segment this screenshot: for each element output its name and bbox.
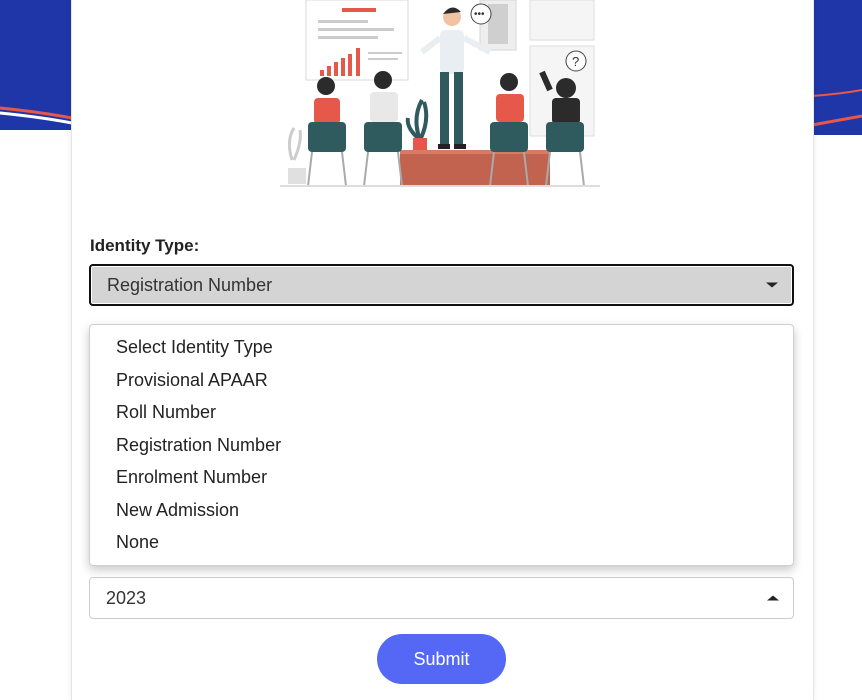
identity-type-dropdown: Select Identity Type Provisional APAAR R… bbox=[89, 324, 794, 566]
year-select[interactable]: 2023 bbox=[89, 577, 794, 619]
svg-text:•••: ••• bbox=[474, 9, 485, 20]
dropdown-option-registration-number[interactable]: Registration Number bbox=[90, 429, 793, 462]
caret-down-icon bbox=[766, 282, 778, 288]
submit-button[interactable]: Submit bbox=[377, 634, 506, 684]
dropdown-option-provisional-apaar[interactable]: Provisional APAAR bbox=[90, 364, 793, 397]
identity-type-label: Identity Type: bbox=[90, 236, 200, 255]
dropdown-option-none[interactable]: None bbox=[90, 526, 793, 559]
year-selected-value: 2023 bbox=[106, 587, 147, 608]
caret-up-icon bbox=[767, 595, 779, 601]
presentation-illustration: ? ••• bbox=[280, 0, 600, 187]
dropdown-option-roll-number[interactable]: Roll Number bbox=[90, 396, 793, 429]
dropdown-option-enrolment-number[interactable]: Enrolment Number bbox=[90, 461, 793, 494]
dropdown-option-select-identity-type[interactable]: Select Identity Type bbox=[90, 331, 793, 364]
identity-type-selected-value: Registration Number bbox=[107, 274, 273, 295]
identity-type-select[interactable]: Registration Number bbox=[89, 264, 794, 306]
svg-text:?: ? bbox=[572, 54, 579, 69]
dropdown-option-new-admission[interactable]: New Admission bbox=[90, 494, 793, 527]
